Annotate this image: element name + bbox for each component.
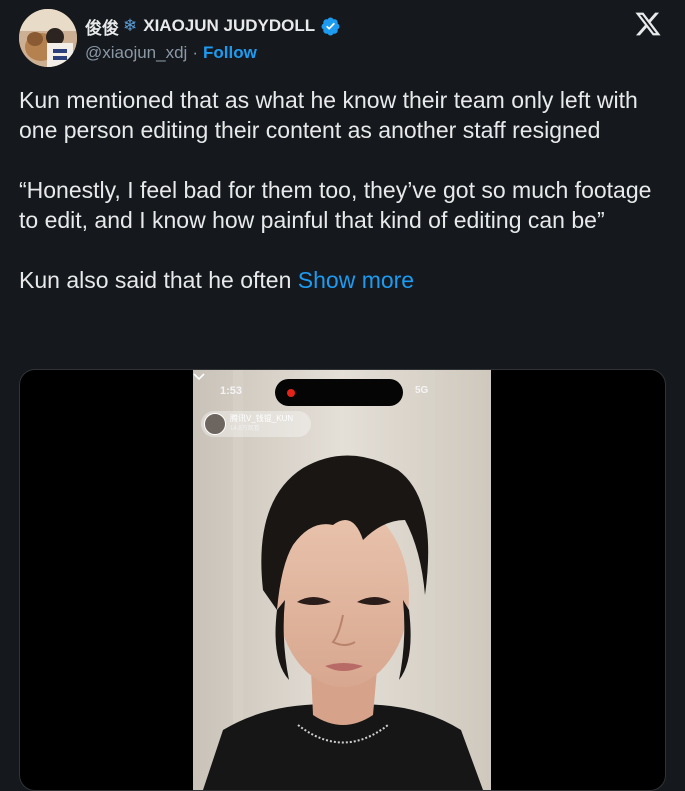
follow-button[interactable]: Follow <box>203 43 257 63</box>
author-display-name[interactable]: 俊俊 <box>85 14 119 39</box>
tweet-truncated-text: Kun also said that he often <box>19 267 298 293</box>
tweet-text: Kun mentioned that as what he know their… <box>19 85 664 295</box>
author-display-name-suffix[interactable]: XIAOJUN JUDYDOLL <box>143 16 315 36</box>
separator-dot: · <box>192 43 198 62</box>
live-viewer-count: 14.8万观看 <box>230 426 260 432</box>
live-stream-chip: 腾讯V_钱锟_KUN 14.8万观看 <box>201 411 311 437</box>
x-logo-icon[interactable] <box>634 10 662 38</box>
tweet-paragraph: “Honestly, I feel bad for them too, they… <box>19 177 652 233</box>
tweet-card: 俊俊 ❄ XIAOJUN JUDYDOLL @xiaojun_xdj · Fol… <box>0 0 685 791</box>
live-streamer-name: 腾讯V_钱锟_KUN <box>230 414 294 423</box>
dynamic-island <box>275 379 403 406</box>
live-avatar <box>204 413 226 435</box>
tweet-paragraph-truncated: Kun also said that he often Show more <box>19 265 664 295</box>
show-more-link[interactable]: Show more <box>298 267 414 293</box>
status-time: 1:53 <box>220 385 243 397</box>
network-status: 5G <box>415 385 429 396</box>
media-video[interactable]: 1:53 5G 腾讯V_钱锟_KUN 14.8万观看 <box>19 369 666 791</box>
author-handle[interactable]: @xiaojun_xdj <box>85 43 187 63</box>
video-frame[interactable]: 1:53 5G 腾讯V_钱锟_KUN 14.8万观看 <box>193 370 491 790</box>
tweet-paragraph: Kun mentioned that as what he know their… <box>19 87 638 143</box>
verified-badge-icon <box>320 16 341 37</box>
author-handle-row: @xiaojun_xdj · Follow <box>85 42 257 64</box>
recording-dot-icon <box>287 389 295 397</box>
author-name-row: 俊俊 ❄ XIAOJUN JUDYDOLL <box>85 12 341 40</box>
snowflake-icon: ❄ <box>123 16 138 35</box>
chevron-down-icon <box>193 373 205 381</box>
author-avatar[interactable] <box>19 9 77 67</box>
